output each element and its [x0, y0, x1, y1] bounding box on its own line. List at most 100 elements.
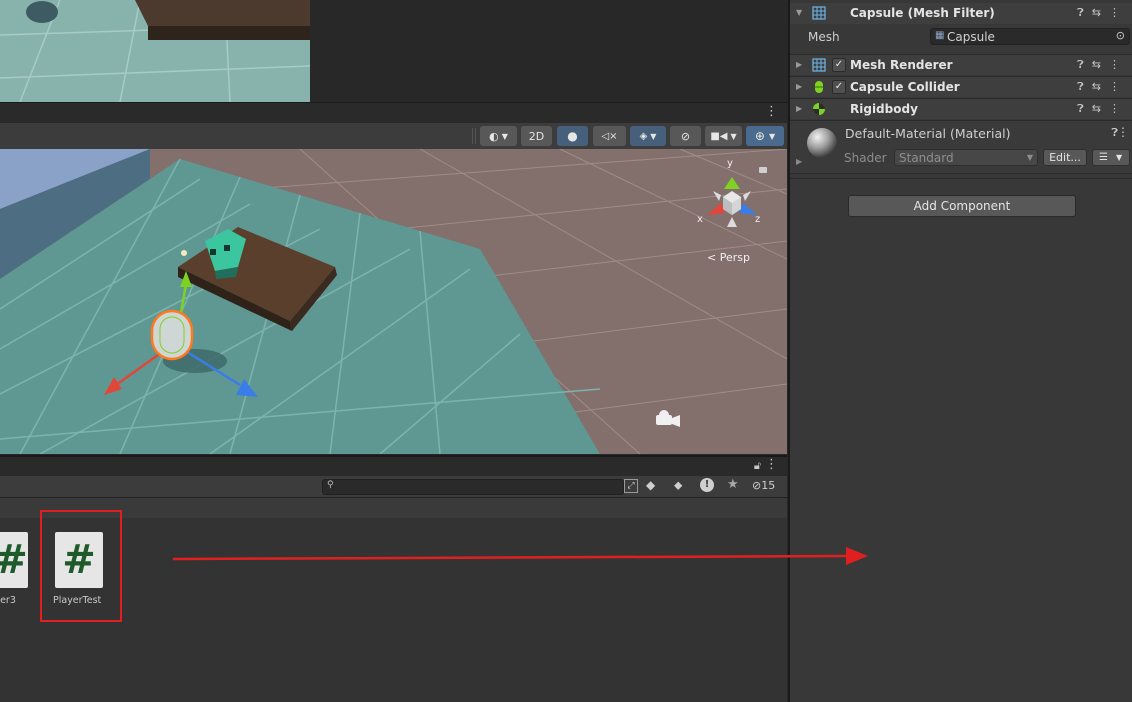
- presets-icon[interactable]: ⇆: [1092, 6, 1109, 19]
- chevron-down-icon: ▼: [650, 131, 657, 141]
- shader-value: Standard: [899, 151, 954, 165]
- foldout-collapsed-icon[interactable]: ▶: [796, 60, 802, 69]
- component-menu-icon[interactable]: ⋮: [1109, 80, 1128, 93]
- camera-settings-button[interactable]: ■◀ ▼: [705, 126, 742, 146]
- camera-icon: ■◀: [710, 130, 728, 142]
- projection-toggle[interactable]: < Persp: [707, 251, 750, 264]
- shader-label: Shader: [844, 151, 887, 165]
- material-options-dropdown[interactable]: ☰ ▼: [1092, 149, 1130, 166]
- add-component-button[interactable]: Add Component: [848, 195, 1076, 217]
- chevron-down-icon: ▼: [501, 131, 508, 141]
- filter-by-label-icon[interactable]: ⬥: [674, 478, 682, 493]
- toolbar-drag-handle[interactable]: [472, 128, 476, 144]
- game-view-render: [0, 0, 310, 102]
- hidden-packages-toggle[interactable]: ⊘15: [752, 479, 775, 492]
- audio-toggle-button[interactable]: ◁×: [593, 126, 626, 146]
- object-picker-icon[interactable]: ⊙: [1116, 29, 1125, 42]
- help-icon[interactable]: ❓︎: [1077, 102, 1092, 115]
- component-header-mesh-renderer[interactable]: ▶ ✓ Mesh Renderer ❓︎⇆⋮: [790, 54, 1132, 75]
- annotation-highlight-box: [40, 510, 122, 622]
- presets-icon[interactable]: ⇆: [1092, 58, 1109, 71]
- component-header-capsule-collider[interactable]: ▶ ✓ Capsule Collider ❓︎⇆⋮: [790, 76, 1132, 97]
- scene-toolbar: ◐ ▼ 2D ● ◁× ◈ ▼ ⊘ ■◀ ▼ ⊕ ▼: [0, 123, 787, 149]
- mesh-icon: ▦: [935, 30, 945, 41]
- toggle-2d-button[interactable]: 2D: [521, 126, 552, 146]
- component-header-rigidbody[interactable]: ▶ Rigidbody ❓︎⇆⋮: [790, 98, 1132, 119]
- gizmo-axis-z-label: z: [755, 214, 761, 225]
- audio-mute-icon: ◁×: [601, 130, 618, 142]
- material-name: Default-Material (Material): [845, 126, 1011, 141]
- component-menu-icon[interactable]: ⋮: [1109, 6, 1128, 19]
- list-icon: ☰: [1099, 152, 1108, 163]
- capsule-collider-icon: [815, 81, 823, 93]
- orientation-gizmo[interactable]: y x z < Persp: [695, 157, 775, 264]
- component-enabled-checkbox[interactable]: ✓: [832, 58, 846, 72]
- game-view: [0, 0, 310, 102]
- help-icon[interactable]: ❓︎: [1077, 80, 1092, 93]
- asset-label: layer3: [0, 595, 16, 606]
- help-icon[interactable]: ❓︎: [1077, 6, 1092, 19]
- effects-toggle-button[interactable]: ◈ ▼: [630, 126, 666, 146]
- project-tab-bar: 🔓︎ ⋮: [0, 455, 787, 477]
- mesh-field-label: Mesh: [808, 30, 840, 44]
- effects-layers-icon: ◈: [639, 130, 648, 142]
- foldout-collapsed-icon[interactable]: ▶: [796, 157, 802, 166]
- lighting-toggle-button[interactable]: ●: [557, 126, 588, 146]
- warning-filter-icon[interactable]: !: [700, 478, 714, 492]
- rigidbody-icon: [813, 103, 825, 115]
- component-header-actions: ❓︎⇆⋮: [1077, 6, 1128, 20]
- scene-viewport[interactable]: y x z < Persp: [0, 149, 787, 454]
- foldout-expanded-icon[interactable]: ▼: [796, 8, 802, 17]
- search-icon: ⚲: [327, 480, 334, 490]
- material-preview-sphere: [807, 128, 837, 158]
- script-glyph: #: [0, 537, 28, 583]
- presets-icon[interactable]: ⇆: [1092, 80, 1109, 93]
- mesh-renderer-icon: [812, 58, 826, 72]
- scene-visibility-button[interactable]: ⊘: [670, 126, 701, 146]
- gizmo-globe-icon: ⊕: [754, 129, 765, 143]
- component-header-actions: ❓︎⇆⋮: [1077, 102, 1128, 116]
- chevron-down-icon: ▼: [730, 131, 737, 141]
- mesh-object-field[interactable]: ▦ Capsule ⊙: [930, 28, 1130, 45]
- gizmo-axis-x-label: x: [697, 214, 703, 225]
- shader-dropdown[interactable]: Standard ▼: [894, 149, 1038, 166]
- shading-mode-button[interactable]: ◐ ▼: [480, 126, 517, 146]
- component-title: Capsule (Mesh Filter): [850, 6, 995, 20]
- edit-shader-button[interactable]: Edit...: [1043, 149, 1087, 166]
- asset-item[interactable]: # layer3: [0, 532, 30, 612]
- gizmo-axis-y-label: y: [727, 158, 733, 169]
- projection-label: Persp: [719, 251, 750, 264]
- component-title: Capsule Collider: [850, 80, 960, 94]
- orientation-gizmo-graphic: [707, 167, 767, 227]
- scene-panel-menu-icon[interactable]: ⋮: [765, 104, 778, 119]
- inspector-divider: [790, 178, 1132, 179]
- mesh-filter-icon: [812, 6, 826, 20]
- material-menu-icon[interactable]: ⋮: [1117, 125, 1129, 139]
- favorite-star-icon[interactable]: ★: [727, 477, 739, 492]
- component-menu-icon[interactable]: ⋮: [1109, 58, 1128, 71]
- component-header-mesh-filter[interactable]: ▼ Capsule (Mesh Filter) ❓︎⇆⋮: [790, 3, 1132, 24]
- annotation-arrow: [172, 547, 868, 565]
- component-header-actions: ❓︎⇆⋮: [1077, 80, 1128, 94]
- foldout-collapsed-icon[interactable]: ▶: [796, 104, 802, 113]
- project-panel-menu-icon[interactable]: ⋮: [765, 457, 778, 472]
- mesh-field-row: Mesh ▦ Capsule ⊙: [790, 25, 1132, 49]
- inspector-panel: ▼ Capsule (Mesh Filter) ❓︎⇆⋮ Mesh ▦ Caps…: [788, 0, 1132, 702]
- game-view-empty-area: [310, 0, 787, 102]
- lightbulb-icon: ●: [567, 129, 578, 143]
- lock-icon[interactable]: 🔓︎: [754, 459, 761, 473]
- project-search-input[interactable]: ⚲: [322, 479, 624, 495]
- foldout-collapsed-icon[interactable]: ▶: [796, 82, 802, 91]
- material-section: ▶ Default-Material (Material) ❓︎ ⋮ Shade…: [790, 120, 1132, 174]
- help-icon[interactable]: ❓︎: [1077, 58, 1092, 71]
- component-title: Rigidbody: [850, 102, 918, 116]
- search-by-type-icon[interactable]: ⤢: [624, 479, 638, 493]
- presets-icon[interactable]: ⇆: [1092, 102, 1109, 115]
- edit-shader-label: Edit...: [1049, 151, 1081, 164]
- gizmos-button[interactable]: ⊕ ▼: [746, 126, 784, 146]
- toggle-2d-label: 2D: [528, 129, 545, 143]
- component-enabled-checkbox[interactable]: ✓: [832, 80, 846, 94]
- component-menu-icon[interactable]: ⋮: [1109, 102, 1128, 115]
- filter-by-type-icon[interactable]: ◆: [646, 478, 655, 492]
- chevron-down-icon: ▼: [1026, 153, 1033, 162]
